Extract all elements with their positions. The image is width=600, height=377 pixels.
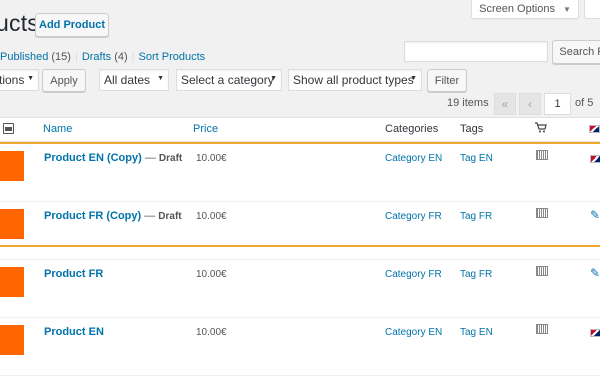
sort-products-link[interactable]: Sort Products	[139, 51, 206, 63]
bulk-actions-select[interactable]: tions ▼	[0, 69, 39, 91]
flag-icon	[589, 125, 600, 133]
view-drafts-count: (4)	[114, 51, 128, 63]
current-page-input[interactable]: 1	[544, 93, 571, 115]
post-state: Draft	[158, 211, 182, 222]
product-name-link[interactable]: Product EN	[44, 326, 104, 338]
table-header: Name Price Categories Tags	[0, 118, 600, 142]
view-published-link[interactable]: Published (15)	[0, 51, 71, 63]
product-thumbnail[interactable]	[0, 151, 24, 181]
prev-page-button[interactable]: ‹	[519, 93, 541, 115]
caret-down-icon: ▼	[562, 4, 571, 14]
filter-button[interactable]: Filter	[427, 69, 467, 92]
product-price: 10.00€	[196, 269, 227, 280]
product-name-link[interactable]: Product FR	[44, 268, 103, 280]
product-category-link[interactable]: Category FR	[385, 269, 442, 280]
column-tags: Tags	[460, 123, 484, 135]
product-price: 10.00€	[196, 153, 227, 164]
chevron-down-icon: ▼	[27, 75, 34, 82]
sku-icon	[536, 208, 548, 218]
product-category-link[interactable]: Category EN	[385, 153, 442, 164]
table-row: Product FR (Copy) — Draft 10.00€ Categor…	[0, 202, 600, 260]
chevron-down-icon: ▼	[270, 75, 277, 82]
product-tag-link[interactable]: Tag EN	[460, 327, 493, 338]
flag-icon[interactable]	[590, 155, 600, 163]
status-views: Published (15) | Drafts (4) | Sort Products	[0, 51, 205, 63]
product-tag-link[interactable]: Tag FR	[460, 269, 492, 280]
product-price: 10.00€	[196, 327, 227, 338]
screen-options-button[interactable]: Screen Options ▼	[471, 0, 579, 19]
dates-value: All dates	[104, 73, 151, 87]
bulk-actions-value: tions	[0, 73, 25, 87]
product-thumbnail[interactable]	[0, 267, 24, 297]
total-pages: of 5	[575, 97, 594, 109]
product-type-value: Show all product types	[293, 73, 414, 87]
product-category-link[interactable]: Category FR	[385, 211, 442, 222]
category-select[interactable]: Select a category ▼	[176, 69, 282, 91]
apply-button[interactable]: Apply	[42, 69, 86, 92]
sku-icon	[536, 266, 548, 276]
product-name-link[interactable]: Product EN (Copy) — Draft	[44, 152, 182, 164]
view-published-label: Published	[0, 51, 49, 63]
product-tag-link[interactable]: Tag EN	[460, 153, 493, 164]
category-value: Select a category	[181, 73, 274, 87]
product-price: 10.00€	[196, 211, 227, 222]
column-name[interactable]: Name	[43, 123, 72, 135]
search-input[interactable]	[404, 41, 548, 62]
row-highlight-line	[0, 245, 600, 247]
product-name-link[interactable]: Product FR (Copy) — Draft	[44, 210, 182, 222]
product-name: Product EN (Copy)	[44, 152, 142, 164]
pencil-icon[interactable]: ✎	[590, 208, 600, 222]
table-row: Product FR 10.00€ Category FR Tag FR ✎	[0, 260, 600, 318]
product-thumbnail[interactable]	[0, 209, 24, 239]
product-thumbnail[interactable]	[0, 325, 24, 355]
view-drafts-link[interactable]: Drafts (4)	[82, 51, 128, 63]
search-products-button[interactable]: Search P	[552, 40, 600, 64]
product-name: Product FR (Copy)	[44, 210, 142, 222]
products-table: Name Price Categories Tags Product EN (C…	[0, 117, 600, 377]
table-row: Product EN (Copy) — Draft 10.00€ Categor…	[0, 144, 600, 202]
dates-select[interactable]: All dates ▼	[99, 69, 169, 91]
add-product-button[interactable]: Add Product	[35, 13, 109, 37]
page-title: ucts	[0, 10, 39, 36]
help-tab-button[interactable]	[584, 0, 600, 19]
view-drafts-label: Drafts	[81, 51, 112, 63]
column-categories: Categories	[385, 123, 439, 135]
product-category-link[interactable]: Category EN	[385, 327, 442, 338]
pencil-icon[interactable]: ✎	[590, 266, 600, 280]
sku-icon	[536, 150, 548, 160]
cart-icon	[535, 122, 547, 136]
table-row: Product EN 10.00€ Category EN Tag EN	[0, 318, 600, 376]
flag-icon[interactable]	[590, 329, 600, 337]
image-icon	[3, 123, 14, 134]
sku-icon	[536, 324, 548, 334]
product-type-select[interactable]: Show all product types ▼	[288, 69, 422, 91]
view-published-count: (15)	[51, 51, 71, 63]
product-tag-link[interactable]: Tag FR	[460, 211, 492, 222]
screen-options-label: Screen Options	[479, 3, 555, 15]
first-page-button[interactable]: «	[494, 93, 516, 115]
chevron-down-icon: ▼	[157, 75, 164, 82]
items-count: 19 items	[447, 97, 489, 109]
column-price[interactable]: Price	[193, 123, 218, 135]
post-state: Draft	[158, 153, 183, 164]
view-separator: |	[74, 51, 78, 63]
view-separator: |	[131, 51, 135, 63]
chevron-down-icon: ▼	[410, 75, 417, 82]
